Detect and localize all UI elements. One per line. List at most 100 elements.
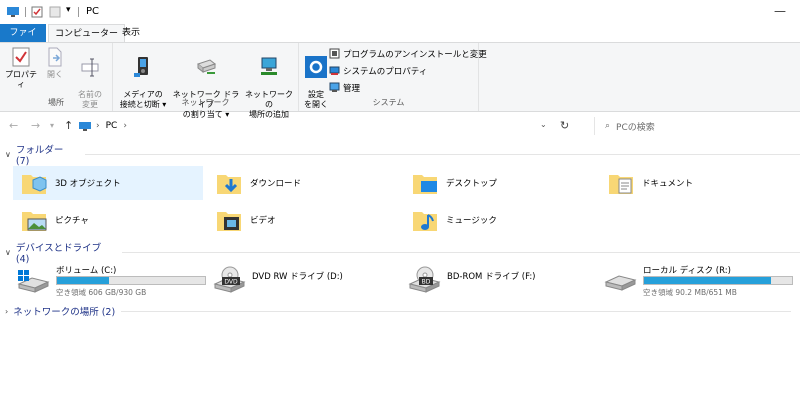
- drive-d[interactable]: DVD DVD RW ドライブ (D:): [212, 264, 402, 298]
- search-icon: ⌕: [605, 121, 611, 131]
- chevron-right-icon: ›: [5, 306, 9, 316]
- section-folders-header[interactable]: ∨ フォルダー (7): [5, 145, 800, 167]
- tab-computer[interactable]: コンピューター: [48, 24, 126, 42]
- title-bar: ▾ PC —: [0, 0, 800, 24]
- open-button[interactable]: 開く: [42, 46, 68, 80]
- drive-usage-bar: [56, 276, 206, 285]
- recent-locations-chevron-icon[interactable]: ▾: [50, 121, 54, 130]
- system-properties-label: システムのプロパティ: [343, 66, 428, 77]
- folder-label: ビデオ: [250, 216, 276, 226]
- dvd-drive-icon: DVD: [213, 266, 246, 293]
- breadcrumb-pc[interactable]: PC: [106, 121, 118, 131]
- add-network-location-button[interactable]: ネットワークの 場所の追加: [243, 46, 295, 120]
- section-drives-header[interactable]: ∨ デバイスとドライブ (4): [5, 243, 800, 265]
- refresh-icon[interactable]: ↻: [560, 119, 569, 132]
- folder-documents[interactable]: ドキュメント: [608, 166, 788, 200]
- separator: [25, 7, 26, 17]
- computer-management-icon: [329, 82, 340, 92]
- music-folder-icon: [413, 212, 437, 231]
- manage-label: 管理: [343, 83, 361, 94]
- local-disk-icon: [604, 275, 637, 291]
- section-divider: [85, 153, 800, 155]
- drive-f[interactable]: BD BD-ROM ドライブ (F:): [407, 264, 597, 298]
- videos-folder-icon: [217, 212, 241, 231]
- drive-free-space: 空き領域 90.2 MB/651 MB: [643, 288, 737, 297]
- open-icon: [48, 47, 62, 67]
- pictures-folder-icon: [22, 212, 47, 231]
- folder-downloads[interactable]: ダウンロード: [216, 166, 406, 200]
- section-folders-label: フォルダー (7): [15, 144, 64, 167]
- manage-button[interactable]: 管理: [329, 81, 360, 94]
- chevron-down-icon: ∨: [5, 247, 11, 257]
- tab-file[interactable]: ファイル: [0, 24, 46, 56]
- folder-label: デスクトップ: [446, 179, 498, 189]
- folder-label: ダウンロード: [250, 179, 302, 189]
- ribbon: プロパティ 開く 名前の 変更 場所 メディアの 接続と切断 ▾ ネットワーク …: [0, 42, 800, 119]
- navigation-bar: ← → ▾ ↑ › PC › ⌄ ↻ ⌕ PCの検索: [0, 114, 800, 138]
- drive-c[interactable]: ボリューム (C:) 空き領域 606 GB/930 GB: [16, 264, 206, 298]
- folder-label: 3D オブジェクト: [55, 179, 121, 189]
- ribbon-group-location: プロパティ 開く 名前の 変更 場所: [0, 43, 113, 111]
- media-device-icon: [134, 57, 148, 77]
- drive-label: ボリューム (C:): [56, 266, 117, 276]
- drive-usage-bar: [643, 276, 793, 285]
- drive-free-space: 空き領域 606 GB/930 GB: [56, 288, 147, 297]
- ribbon-tabs: ファイル コンピューター 表示: [0, 24, 800, 56]
- section-network-locations-label: ネットワークの場所 (2): [13, 307, 116, 318]
- system-group-label: システム: [372, 98, 405, 107]
- minimize-button[interactable]: —: [774, 4, 786, 18]
- network-location-icon: [261, 57, 277, 75]
- up-arrow-icon[interactable]: ↑: [64, 119, 73, 132]
- desktop-folder-icon: [413, 175, 437, 194]
- folder-3d-objects[interactable]: 3D オブジェクト: [13, 166, 203, 200]
- uninstall-program-button[interactable]: プログラムのアンインストールと変更: [329, 47, 487, 60]
- folder-label: ミュージック: [446, 216, 497, 226]
- documents-folder-icon: [609, 175, 633, 194]
- properties-button[interactable]: プロパティ: [4, 46, 38, 90]
- search-box[interactable]: ⌕ PCの検索: [594, 117, 794, 135]
- properties-icon: [12, 47, 30, 67]
- section-drives-label: デバイスとドライブ (4): [15, 242, 102, 265]
- drive-usage-fill: [644, 277, 772, 284]
- rename-icon: [81, 58, 99, 77]
- section-divider: [122, 251, 800, 253]
- separator: [78, 7, 79, 17]
- ribbon-group-system: 設定 を開く プログラムのアンインストールと変更 システムのプロパティ 管理 シ…: [299, 43, 487, 111]
- map-network-drive-button[interactable]: ネットワーク ドライブ の割り当て ▾: [171, 46, 241, 120]
- address-bar[interactable]: › PC › ⌄: [78, 117, 584, 135]
- properties-quick-icon[interactable]: [31, 6, 43, 21]
- section-network-locations-header[interactable]: › ネットワークの場所 (2): [5, 304, 792, 318]
- uninstall-program-label: プログラムのアンインストールと変更: [343, 49, 487, 60]
- address-dropdown-chevron-icon[interactable]: ⌄: [540, 120, 547, 129]
- drive-label: BD-ROM ドライブ (F:): [447, 272, 536, 282]
- dvd-badge: DVD: [224, 279, 238, 286]
- window-title: PC: [86, 6, 100, 17]
- system-properties-button[interactable]: システムのプロパティ: [329, 64, 427, 77]
- bd-drive-icon: BD: [408, 266, 441, 293]
- folder-desktop[interactable]: デスクトップ: [412, 166, 602, 200]
- system-drive-icon: [17, 270, 50, 293]
- folder-pictures[interactable]: ピクチャ: [21, 205, 201, 235]
- gear-icon: [305, 56, 327, 78]
- downloads-folder-icon: [217, 175, 241, 194]
- open-label: 開く: [47, 70, 63, 79]
- drive-r[interactable]: ローカル ディスク (R:) 空き領域 90.2 MB/651 MB: [603, 264, 798, 298]
- section-divider: [121, 310, 792, 312]
- folder-music[interactable]: ミュージック: [412, 205, 592, 235]
- folder-videos[interactable]: ビデオ: [216, 205, 396, 235]
- ribbon-group-network: メディアの 接続と切断 ▾ ネットワーク ドライブ の割り当て ▾ ネットワーク…: [113, 43, 299, 119]
- back-arrow-icon[interactable]: ←: [9, 119, 18, 132]
- bd-badge: BD: [422, 279, 431, 286]
- uninstall-icon: [329, 48, 340, 59]
- location-group-label: 場所: [48, 98, 64, 107]
- breadcrumb-separator[interactable]: ›: [96, 121, 100, 131]
- properties-label: プロパティ: [5, 70, 37, 89]
- customize-quick-access-icon[interactable]: ▾: [66, 5, 71, 15]
- new-folder-quick-icon[interactable]: [49, 6, 61, 21]
- drive-usage-fill: [57, 277, 109, 284]
- network-drive-icon: [196, 59, 217, 74]
- tab-view[interactable]: 表示: [116, 24, 146, 42]
- breadcrumb-separator[interactable]: ›: [123, 121, 127, 131]
- forward-arrow-icon[interactable]: →: [31, 119, 40, 132]
- pc-icon: [79, 121, 91, 131]
